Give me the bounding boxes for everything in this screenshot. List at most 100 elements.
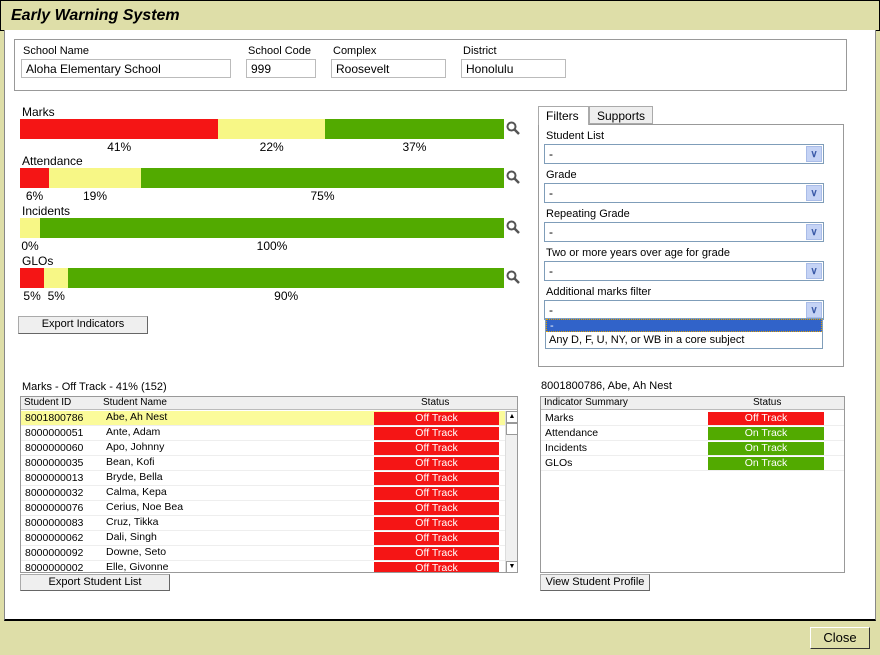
student-id: 8000000002 [25, 562, 84, 573]
tab-filters[interactable]: Filters [538, 106, 589, 125]
chevron-down-icon[interactable]: ∨ [806, 302, 822, 318]
filter-label: Two or more years over age for grade [546, 247, 731, 259]
complex-label: Complex [333, 45, 377, 57]
student-id: 8000000076 [25, 502, 84, 514]
student-id: 8000000092 [25, 547, 84, 559]
at-risk-segment[interactable] [20, 218, 40, 238]
filter-label: Grade [546, 169, 577, 181]
complex-field[interactable]: Roosevelt [331, 59, 446, 78]
scroll-thumb[interactable] [506, 423, 517, 435]
table-row[interactable]: 8000000051 Ante, Adam Off Track [21, 426, 505, 441]
scroll-up-arrow-icon[interactable]: ▲ [506, 411, 517, 423]
table-row[interactable]: 8000000092 Downe, Seto Off Track [21, 546, 505, 561]
district-field[interactable]: Honolulu [461, 59, 566, 78]
off-track-segment[interactable] [20, 119, 219, 139]
on-track-segment[interactable] [140, 168, 504, 188]
indicator-percent: 5% [47, 289, 65, 303]
filter-label: Student List [546, 130, 605, 142]
student-name: Downe, Seto [106, 546, 167, 558]
chevron-down-icon[interactable]: ∨ [806, 263, 822, 279]
table-row[interactable]: Incidents On Track [541, 441, 844, 456]
indicator-bar[interactable] [20, 119, 504, 139]
header-status[interactable]: Status [421, 397, 449, 408]
header-student-name[interactable]: Student Name [103, 397, 167, 408]
status-badge: On Track [708, 457, 824, 470]
indicator-bar[interactable] [20, 218, 504, 238]
status-badge: On Track [708, 427, 824, 440]
indicator-percent: 0% [21, 239, 39, 253]
student-name: Bryde, Bella [106, 471, 163, 483]
table-row[interactable]: 8000000013 Bryde, Bella Off Track [21, 471, 505, 486]
filter-select[interactable]: - ∨ [544, 300, 824, 320]
student-name: Calma, Kepa [106, 486, 167, 498]
indicator-name: Marks [545, 412, 574, 424]
on-track-segment[interactable] [40, 218, 504, 238]
table-row[interactable]: 8000000076 Cerius, Noe Bea Off Track [21, 501, 505, 516]
table-row[interactable]: 8000000035 Bean, Kofi Off Track [21, 456, 505, 471]
student-id: 8000000062 [25, 532, 84, 544]
magnifier-icon[interactable] [506, 170, 520, 184]
header-status[interactable]: Status [753, 397, 781, 408]
student-table: Student ID Student Name Status 800180078… [20, 396, 518, 573]
student-id: 8000000035 [25, 457, 84, 469]
table-row[interactable]: Attendance On Track [541, 426, 844, 441]
filter-select[interactable]: - ∨ [544, 144, 824, 164]
table-row[interactable]: Marks Off Track [541, 411, 844, 426]
filter-value: - [549, 147, 553, 161]
indicator-percent: 37% [402, 140, 427, 154]
table-row[interactable]: 8000000060 Apo, Johnny Off Track [21, 441, 505, 456]
table-row[interactable]: 8000000032 Calma, Kepa Off Track [21, 486, 505, 501]
table-row[interactable]: GLOs On Track [541, 456, 844, 471]
status-badge: Off Track [374, 442, 499, 455]
student-name: Cerius, Noe Bea [106, 501, 184, 513]
scroll-down-arrow-icon[interactable]: ▼ [506, 561, 517, 572]
student-id: 8000000051 [25, 427, 84, 439]
student-name: Cruz, Tikka [106, 516, 159, 528]
export-student-list-button[interactable]: Export Student List [20, 574, 170, 591]
header-student-id[interactable]: Student ID [24, 397, 71, 408]
filter-select[interactable]: - ∨ [544, 183, 824, 203]
filter-label: Additional marks filter [546, 286, 652, 298]
table-row[interactable]: 8000000083 Cruz, Tikka Off Track [21, 516, 505, 531]
student-summary-caption: 8001800786, Abe, Ah Nest [541, 380, 672, 392]
school-code-field[interactable]: 999 [246, 59, 316, 78]
status-badge: Off Track [374, 412, 499, 425]
on-track-segment[interactable] [324, 119, 504, 139]
student-id: 8000000083 [25, 517, 84, 529]
chevron-down-icon[interactable]: ∨ [806, 185, 822, 201]
view-student-profile-button[interactable]: View Student Profile [540, 574, 650, 591]
magnifier-icon[interactable] [506, 270, 520, 284]
school-name-field[interactable]: Aloha Elementary School [21, 59, 231, 78]
close-button[interactable]: Close [810, 627, 870, 649]
table-row[interactable]: 8001800786 Abe, Ah Nest Off Track [21, 411, 505, 426]
chevron-down-icon[interactable]: ∨ [806, 224, 822, 240]
indicator-label: GLOs [22, 254, 54, 268]
dropdown-option[interactable]: - [546, 319, 822, 332]
magnifier-icon[interactable] [506, 220, 520, 234]
indicator-bar[interactable] [20, 268, 504, 288]
export-indicators-button[interactable]: Export Indicators [18, 316, 148, 334]
chevron-down-icon[interactable]: ∨ [806, 146, 822, 162]
scrollbar[interactable]: ▲ ▼ [505, 411, 517, 572]
school-code-label: School Code [248, 45, 311, 57]
indicator-bar[interactable] [20, 168, 504, 188]
at-risk-segment[interactable] [49, 168, 141, 188]
at-risk-segment[interactable] [44, 268, 69, 288]
district-label: District [463, 45, 497, 57]
on-track-segment[interactable] [68, 268, 504, 288]
filter-select[interactable]: - ∨ [544, 261, 824, 281]
filter-select[interactable]: - ∨ [544, 222, 824, 242]
student-name: Abe, Ah Nest [106, 411, 168, 423]
table-row[interactable]: 8000000002 Elle, Givonne Off Track [21, 561, 505, 573]
student-name: Bean, Kofi [106, 456, 155, 468]
table-row[interactable]: 8000000062 Dali, Singh Off Track [21, 531, 505, 546]
off-track-segment[interactable] [20, 268, 45, 288]
status-badge: Off Track [708, 412, 824, 425]
at-risk-segment[interactable] [218, 119, 325, 139]
header-indicator-summary[interactable]: Indicator Summary [544, 397, 628, 408]
off-track-segment[interactable] [20, 168, 50, 188]
indicator-name: GLOs [545, 457, 573, 469]
magnifier-icon[interactable] [506, 121, 520, 135]
tab-supports[interactable]: Supports [589, 106, 653, 124]
dropdown-option[interactable]: Any D, F, U, NY, or WB in a core subject [546, 332, 822, 347]
